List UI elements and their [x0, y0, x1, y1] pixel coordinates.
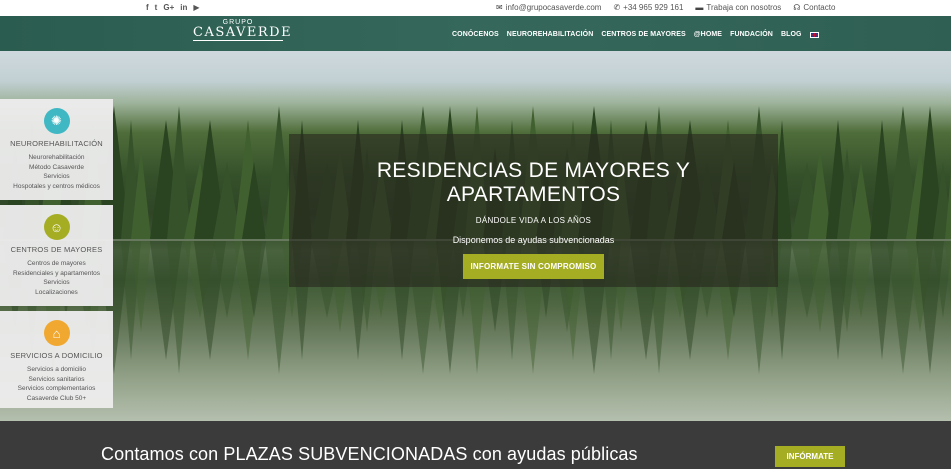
social-links: f t G+ in ▶	[146, 3, 200, 12]
facebook-icon[interactable]: f	[146, 3, 149, 12]
contact-links: ✉ info@grupocasaverde.com ✆ +34 965 929 …	[496, 3, 835, 12]
card-title: NEUROREHABILITACIÓN	[10, 139, 103, 148]
card-servicios-a-domicilio: ⌂ SERVICIOS A DOMICILIO Servicios a domi…	[0, 311, 113, 408]
casaverde-logo[interactable]: GRUPO CASAVERDE	[193, 19, 293, 41]
hero-cta-button[interactable]: INFORMATE SIN COMPROMISO	[463, 254, 604, 279]
nav-item-fundacion[interactable]: FUNDACIÓN	[730, 31, 773, 38]
card-title: CENTROS DE MAYORES	[10, 245, 103, 254]
card-link[interactable]: Servicios	[0, 278, 113, 288]
contact-text: Contacto	[803, 3, 836, 12]
uk-flag-icon[interactable]	[809, 32, 819, 38]
nav-item-centros-de-mayores[interactable]: CENTROS DE MAYORES	[601, 31, 685, 38]
card-link[interactable]: Casaverde Club 50+	[0, 394, 113, 404]
linkedin-icon[interactable]: in	[180, 3, 187, 12]
brain-icon: ✺	[43, 108, 70, 134]
house-icon: ⌂	[43, 320, 70, 346]
email-link[interactable]: ✉ info@grupocasaverde.com	[496, 3, 601, 12]
pine-tree-reflection	[945, 241, 951, 374]
hero-text: Disponemos de ayudas subvencionadas	[452, 235, 615, 245]
card-centros-de-mayores: ☺ CENTROS DE MAYORES Centros de mayores …	[0, 205, 113, 306]
phone-text: +34 965 929 161	[623, 3, 684, 12]
jobs-link[interactable]: ▬ Trabaja con nosotros	[695, 3, 781, 12]
subsidy-info-button[interactable]: INFÓRMATE	[775, 446, 845, 467]
twitter-icon[interactable]: t	[155, 3, 158, 12]
pine-tree-reflection	[242, 241, 266, 318]
pine-tree-reflection	[131, 241, 151, 332]
envelope-icon: ✉	[496, 3, 503, 12]
nav-item-conocenos[interactable]: CONÓCENOS	[452, 31, 499, 38]
main-navbar: GRUPO CASAVERDE CONÓCENOS NEUROREHABILIT…	[0, 16, 951, 51]
email-text: info@grupocasaverde.com	[505, 3, 602, 12]
main-menu: CONÓCENOS NEUROREHABILITACIÓN CENTROS DE…	[452, 31, 819, 38]
hero-overlay-box: RESIDENCIAS DE MAYORES Y APARTAMENTOS DÁ…	[289, 134, 778, 287]
pine-tree	[945, 106, 951, 239]
card-link[interactable]: Hospotales y centros médicos	[0, 182, 113, 192]
card-link[interactable]: Servicios a domicilio	[0, 365, 113, 375]
pine-tree	[242, 162, 266, 239]
nav-item-home[interactable]: @HOME	[694, 31, 722, 38]
card-link[interactable]: Residenciales y apartamentos	[0, 269, 113, 279]
nav-item-blog[interactable]: BLOG	[781, 31, 802, 38]
top-utility-bar: f t G+ in ▶ ✉ info@grupocasaverde.com ✆ …	[0, 0, 951, 16]
card-link[interactable]: Servicios sanitarios	[0, 375, 113, 385]
card-link[interactable]: Centros de mayores	[0, 259, 113, 269]
card-link[interactable]: Servicios complementarios	[0, 384, 113, 394]
subsidy-band: Contamos con PLAZAS SUBVENCIONADAS con a…	[0, 421, 951, 469]
logo-big-text: CASAVERDE	[193, 25, 293, 41]
elderly-couple-icon: ☺	[43, 214, 70, 240]
hero-title: RESIDENCIAS DE MAYORES Y APARTAMENTOS	[376, 159, 691, 206]
subsidy-text: Contamos con PLAZAS SUBVENCIONADAS con a…	[101, 444, 638, 464]
card-title: SERVICIOS A DOMICILIO	[10, 351, 103, 360]
youtube-icon[interactable]: ▶	[193, 3, 199, 12]
briefcase-icon: ▬	[695, 3, 704, 12]
headset-icon: ☊	[793, 3, 801, 12]
jobs-text: Trabaja con nosotros	[706, 3, 782, 12]
card-link[interactable]: Método Casaverde	[0, 163, 113, 173]
phone-link[interactable]: ✆ +34 965 929 161	[613, 3, 683, 12]
google-plus-icon[interactable]: G+	[163, 3, 174, 12]
pine-tree	[131, 148, 151, 239]
card-neurorehabilitacion: ✺ NEUROREHABILITACIÓN Neurorehabilitació…	[0, 99, 113, 200]
contact-link[interactable]: ☊ Contacto	[793, 3, 835, 12]
card-link[interactable]: Neurorehabilitación	[0, 153, 113, 163]
hero-subtitle: DÁNDOLE VIDA A LOS AÑOS	[475, 216, 592, 225]
card-link[interactable]: Localizaciones	[0, 288, 113, 298]
phone-icon: ✆	[613, 3, 621, 12]
card-link[interactable]: Servicios	[0, 172, 113, 182]
nav-item-neurorehabilitacion[interactable]: NEUROREHABILITACIÓN	[507, 31, 594, 38]
hero-section: RESIDENCIAS DE MAYORES Y APARTAMENTOS DÁ…	[0, 51, 951, 421]
